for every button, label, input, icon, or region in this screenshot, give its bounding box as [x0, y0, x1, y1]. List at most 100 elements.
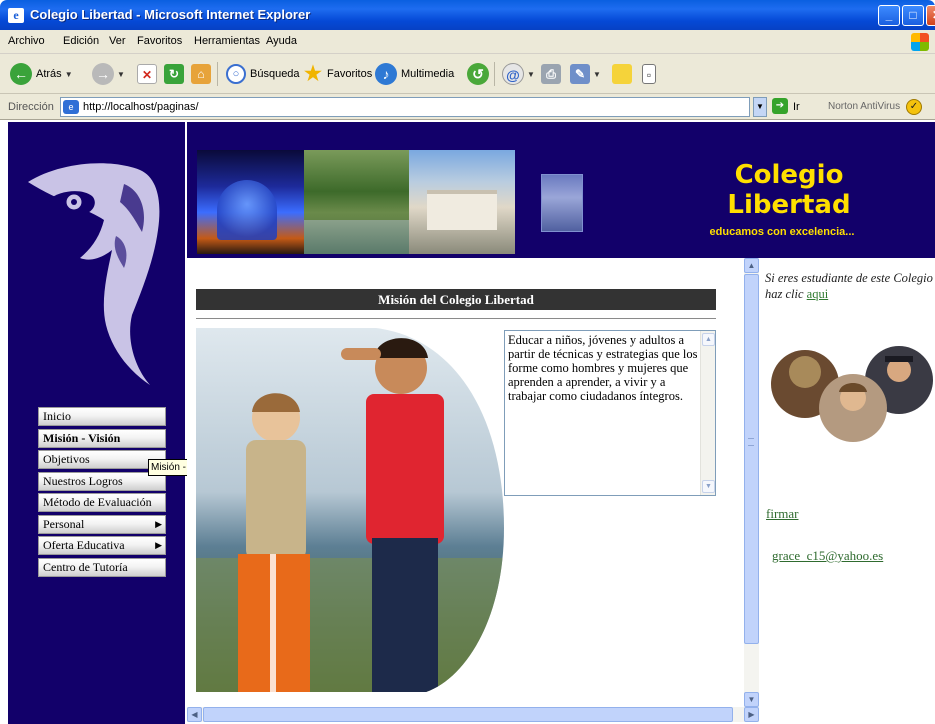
cathedral-photo — [197, 150, 304, 254]
refresh-icon: ↻ — [164, 64, 184, 84]
toolbar-separator — [494, 62, 495, 86]
nav-item-metodo-evaluacion[interactable]: Método de Evaluación — [38, 493, 166, 512]
scroll-down-icon[interactable]: ▼ — [702, 480, 715, 493]
printer-icon: ⎙ — [541, 64, 561, 84]
banner: Colegio Libertad educamos con excelencia… — [187, 122, 935, 258]
media-icon: ♪ — [375, 63, 397, 85]
nav-item-personal[interactable]: Personal ▶ — [38, 514, 166, 534]
menu-ayuda[interactable]: Ayuda — [266, 35, 297, 47]
sign-link[interactable]: firmar — [766, 506, 798, 522]
submenu-arrow-icon: ▶ — [155, 540, 162, 550]
chevron-down-icon: ▼ — [527, 69, 535, 79]
email-link[interactable]: grace_c15@yahoo.es — [772, 548, 883, 564]
window-title: Colegio Libertad - Microsoft Internet Ex… — [30, 7, 311, 22]
nav-item-centro-tutoria[interactable]: Centro de Tutoría — [38, 557, 166, 577]
search-icon: ○ — [226, 64, 246, 84]
nav-item-inicio[interactable]: Inicio — [38, 407, 166, 426]
discuss-button[interactable] — [612, 60, 632, 88]
scroll-grip — [748, 438, 754, 446]
home-icon: ⌂ — [191, 64, 211, 84]
student-message: Si eres estudiante de este Colegio haz c… — [765, 271, 933, 301]
home-button[interactable]: ⌂ — [191, 60, 211, 88]
windows-logo-icon — [911, 33, 929, 51]
nav-item-objetivos[interactable]: Objetivos — [38, 450, 166, 469]
menu-bar: Archivo Edición Ver Favoritos Herramient… — [0, 30, 935, 54]
address-label: Dirección — [8, 101, 54, 113]
address-dropdown-icon[interactable]: ▼ — [753, 97, 767, 117]
scroll-up-icon[interactable]: ▲ — [702, 333, 715, 346]
mail-button[interactable]: @ ▼ — [502, 60, 535, 88]
page-content: Inicio Misión - Visión Objetivos Nuestro… — [8, 122, 935, 724]
students-photo-collage — [771, 346, 933, 442]
toolbar: ← Atrás ▼ → ▼ ✕ ↻ ⌂ ○ Búsqueda ★ Favorit… — [0, 54, 935, 94]
scroll-left-icon[interactable]: ◀ — [187, 707, 202, 722]
chevron-down-icon: ▼ — [593, 69, 601, 79]
norton-icon[interactable]: ✓ — [906, 99, 922, 115]
star-icon: ★ — [304, 63, 322, 85]
edit-button[interactable]: ✎ ▼ — [570, 60, 601, 88]
address-bar: Dirección e http://localhost/paginas/ ▼ … — [0, 94, 935, 120]
menu-herramientas[interactable]: Herramientas — [194, 35, 260, 47]
back-arrow-icon: ← — [10, 63, 32, 85]
title-bar: e Colegio Libertad - Microsoft Internet … — [0, 0, 935, 30]
right-column: Si eres estudiante de este Colegio haz c… — [759, 258, 935, 724]
favorites-button[interactable]: ★ Favoritos — [303, 60, 372, 88]
page-title: Misión del Colegio Libertad — [196, 289, 716, 310]
main-frame: Misión del Colegio Libertad Educar a niñ… — [187, 258, 755, 724]
scroll-down-icon[interactable]: ▼ — [744, 692, 759, 707]
mission-textarea[interactable]: Educar a niños, jóvenes y adultos a part… — [504, 330, 716, 496]
go-arrow-icon[interactable]: ➔ — [772, 98, 788, 114]
minimize-button[interactable]: _ — [878, 5, 900, 26]
scroll-right-icon[interactable]: ▶ — [744, 707, 759, 722]
edit-icon: ✎ — [570, 64, 590, 84]
address-url[interactable]: http://localhost/paginas/ — [83, 101, 199, 113]
page-icon: e — [63, 100, 79, 114]
left-column: Inicio Misión - Visión Objetivos Nuestro… — [8, 122, 219, 724]
mission-scrollbar[interactable]: ▲ ▼ — [700, 331, 715, 495]
divider-line — [196, 318, 716, 319]
close-button[interactable]: ✕ — [926, 5, 935, 26]
toolbar-separator — [217, 62, 218, 86]
go-button[interactable]: Ir — [793, 101, 800, 113]
mission-text: Educar a niños, jóvenes y adultos a part… — [508, 333, 698, 403]
print-button[interactable]: ⎙ — [541, 60, 561, 88]
refresh-button[interactable]: ↻ — [164, 60, 184, 88]
back-button[interactable]: ← Atrás ▼ — [10, 60, 73, 88]
history-button[interactable]: ↺ — [467, 60, 489, 88]
menu-archivo[interactable]: Archivo — [8, 35, 45, 47]
children-photo — [196, 328, 504, 692]
vertical-scrollbar[interactable]: ▲ ▼ — [744, 258, 759, 707]
nav-item-oferta-educativa[interactable]: Oferta Educativa ▶ — [38, 536, 166, 555]
student-link[interactable]: aqui — [807, 287, 829, 301]
maximize-button[interactable]: □ — [902, 5, 924, 26]
history-icon: ↺ — [467, 63, 489, 85]
horizontal-scrollbar[interactable]: ◀ ▶ — [187, 707, 759, 722]
park-photo — [304, 150, 409, 254]
scroll-thumb[interactable] — [744, 274, 759, 644]
address-input[interactable]: e http://localhost/paginas/ — [60, 97, 750, 117]
menu-edicion[interactable]: Edición — [63, 35, 99, 47]
messenger-button[interactable]: ▫ — [642, 60, 656, 88]
menu-ver[interactable]: Ver — [109, 35, 126, 47]
stop-button[interactable]: ✕ — [137, 60, 157, 88]
scroll-up-icon[interactable]: ▲ — [744, 258, 759, 273]
ie-icon: e — [8, 8, 24, 23]
media-button[interactable]: ♪ Multimedia — [375, 60, 454, 88]
search-button[interactable]: ○ Búsqueda — [226, 60, 300, 88]
forward-arrow-icon: → — [92, 63, 114, 85]
chevron-down-icon: ▼ — [64, 69, 73, 79]
nav-item-mision-vision[interactable]: Misión - Visión — [38, 428, 166, 448]
nav-item-nuestros-logros[interactable]: Nuestros Logros — [38, 471, 166, 491]
menu-favoritos[interactable]: Favoritos — [137, 35, 182, 47]
main-menu: Inicio Misión - Visión Objetivos Nuestro… — [38, 407, 166, 579]
device-icon: ▫ — [642, 64, 656, 84]
church-thumbnail — [541, 174, 583, 232]
stop-icon: ✕ — [137, 64, 157, 84]
school-slogan: educamos con excelencia... — [709, 226, 855, 238]
norton-antivirus-label[interactable]: Norton AntiVirus — [828, 101, 900, 112]
scroll-thumb[interactable] — [203, 707, 733, 722]
forward-button[interactable]: → ▼ — [92, 60, 125, 88]
submenu-arrow-icon: ▶ — [155, 518, 162, 529]
chevron-down-icon: ▼ — [117, 69, 125, 79]
plaza-photo — [409, 150, 515, 254]
